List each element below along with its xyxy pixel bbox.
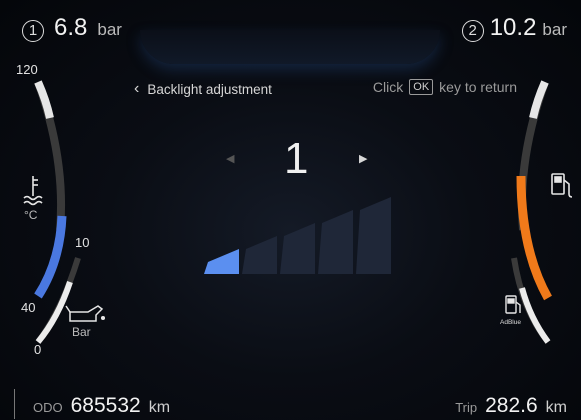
odometer-readout: ODO 685532 km xyxy=(33,394,170,418)
instrument-cluster-screen: 1 6.8 bar 2 10.2 bar ‹ Backlight adjustm… xyxy=(0,0,581,420)
coolant-gauge-fill xyxy=(34,215,67,299)
oil-max-label: 10 xyxy=(75,235,90,250)
fuel-pump-icon xyxy=(551,173,573,198)
trip-label: Trip xyxy=(455,400,478,415)
oil-mid-label: 40 xyxy=(21,300,36,315)
gauges-layer xyxy=(23,80,573,344)
oil-unit: Bar xyxy=(72,325,91,339)
odo-unit: km xyxy=(148,399,171,416)
trip-value: 282.6 xyxy=(485,394,538,417)
coolant-max-label: 120 xyxy=(16,62,38,77)
odo-label: ODO xyxy=(33,400,63,415)
oil-min-label: 0 xyxy=(34,342,42,357)
odo-divider xyxy=(14,389,15,419)
odo-value: 685532 xyxy=(70,394,141,417)
trip-unit: km xyxy=(545,399,567,416)
oil-can-icon xyxy=(65,305,106,322)
fuel-gauge-fill xyxy=(516,175,552,301)
adblue-label: AdBlue xyxy=(500,319,521,326)
coolant-unit: °C xyxy=(24,208,38,222)
trip-readout: Trip 282.6 km xyxy=(455,394,567,418)
coolant-temperature-icon xyxy=(23,176,43,206)
adblue-pump-icon xyxy=(505,295,521,314)
